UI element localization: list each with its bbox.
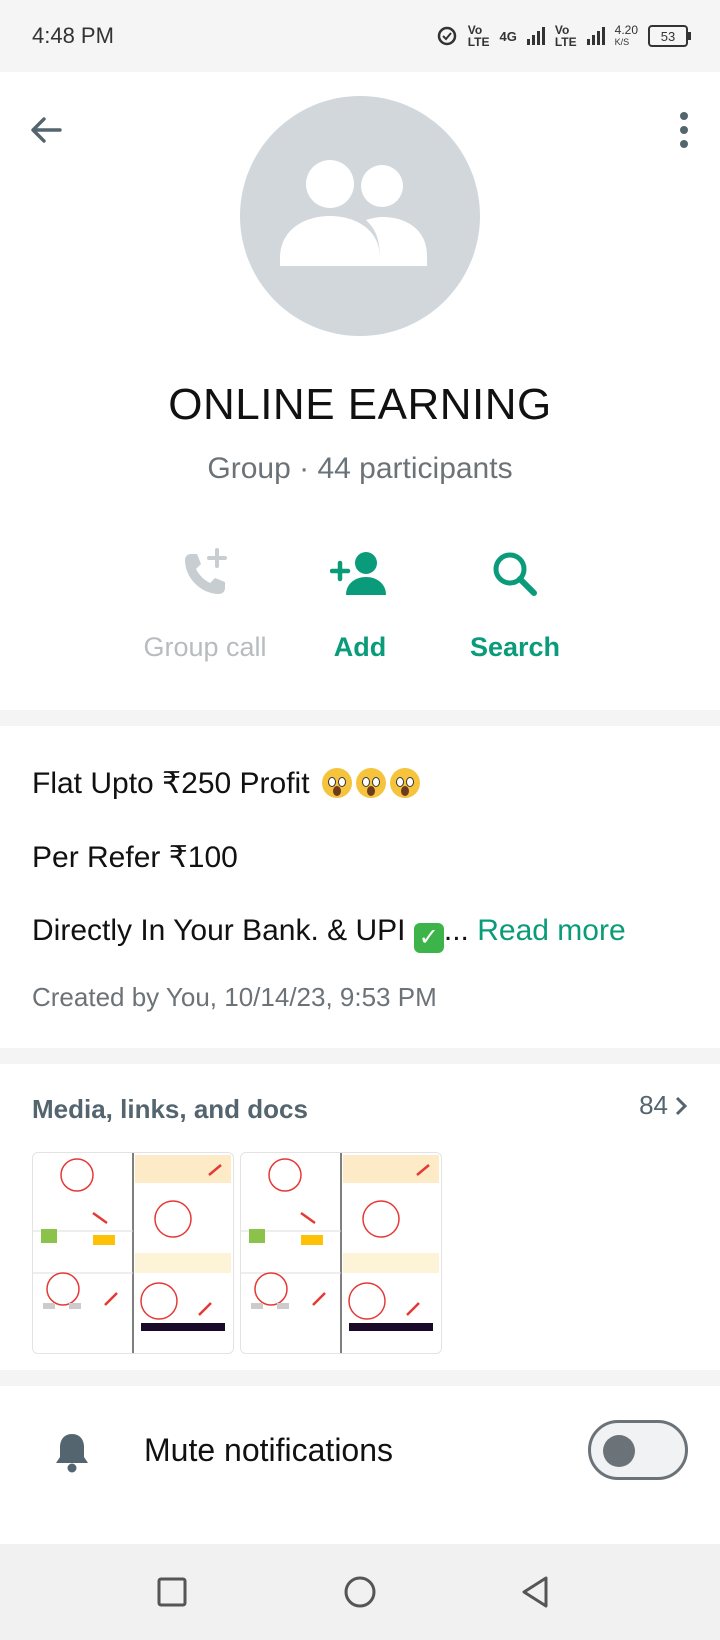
scream-emoji-icon bbox=[355, 768, 386, 798]
mute-notifications-toggle[interactable] bbox=[588, 1420, 688, 1480]
search-button[interactable]: Search bbox=[425, 542, 605, 663]
volte-indicator-2: Vo LTE bbox=[554, 23, 577, 49]
description-line-1: Flat Upto ₹250 Profit bbox=[32, 766, 420, 801]
description-line-3: Directly In Your Bank. & UPI ✓... Read m… bbox=[32, 914, 626, 953]
media-thumbnail[interactable] bbox=[240, 1152, 442, 1354]
signal-icon-2 bbox=[586, 27, 605, 45]
more-options-icon[interactable] bbox=[672, 108, 696, 152]
add-participant-button[interactable]: Add bbox=[270, 542, 450, 663]
search-label: Search bbox=[469, 632, 561, 662]
description-line-2: Per Refer ₹100 bbox=[32, 841, 238, 874]
back-arrow-icon[interactable] bbox=[28, 112, 64, 148]
status-time: 4:48 PM bbox=[32, 23, 114, 48]
signal-icon bbox=[526, 27, 545, 45]
add-person-icon bbox=[330, 552, 386, 595]
group-description[interactable]: Flat Upto ₹250 Profit Per Refer ₹100 Dir… bbox=[0, 726, 720, 1048]
group-subtitle: Group · 44 participants bbox=[207, 452, 513, 485]
data-saver-icon bbox=[437, 26, 456, 46]
group-name: ONLINE EARNING bbox=[168, 380, 552, 429]
mute-notifications-label: Mute notifications bbox=[144, 1432, 394, 1468]
scream-emoji-icon bbox=[389, 768, 420, 798]
volte-indicator-1: Vo LTE bbox=[467, 23, 490, 49]
phone-add-icon bbox=[185, 548, 227, 594]
system-navigation-bar bbox=[0, 1544, 720, 1640]
group-header: ONLINE EARNING Group · 44 participants G… bbox=[0, 72, 720, 710]
status-bar: 4:48 PM Vo LTE 4G Vo LTE 4.20 K/S 53 bbox=[0, 0, 720, 72]
media-title: Media, links, and docs bbox=[32, 1094, 308, 1124]
bell-icon bbox=[56, 1434, 88, 1473]
scream-emoji-icon bbox=[321, 768, 352, 798]
add-label: Add bbox=[333, 632, 387, 662]
created-info: Created by You, 10/14/23, 9:53 PM bbox=[32, 982, 437, 1012]
media-section[interactable]: Media, links, and docs 84 bbox=[0, 1064, 720, 1370]
mute-notifications-row[interactable]: Mute notifications bbox=[0, 1386, 720, 1544]
home-icon[interactable] bbox=[342, 1574, 378, 1610]
recent-apps-icon[interactable] bbox=[154, 1574, 190, 1610]
read-more-link[interactable]: Read more bbox=[477, 914, 625, 947]
group-call-button[interactable]: Group call bbox=[115, 542, 295, 663]
back-nav-icon[interactable] bbox=[518, 1574, 554, 1610]
check-mark-emoji-icon: ✓ bbox=[413, 923, 444, 953]
search-icon bbox=[493, 552, 537, 596]
media-count[interactable]: 84 bbox=[639, 1090, 688, 1121]
group-people-icon bbox=[280, 160, 427, 266]
screenshot-thumbnail-image bbox=[33, 1153, 233, 1353]
group-call-label: Group call bbox=[143, 632, 267, 662]
network-speed: 4.20 K/S bbox=[614, 23, 638, 47]
network-4g-label: 4G bbox=[499, 28, 517, 44]
toggle-knob bbox=[603, 1435, 635, 1467]
battery-icon: 53 bbox=[648, 25, 691, 47]
chevron-right-icon bbox=[675, 1096, 688, 1115]
group-avatar[interactable] bbox=[240, 96, 480, 336]
screenshot-thumbnail-image bbox=[241, 1153, 441, 1353]
media-thumbnail[interactable] bbox=[32, 1152, 234, 1354]
status-icons: Vo LTE 4G Vo LTE 4.20 K/S 53 bbox=[436, 23, 691, 49]
